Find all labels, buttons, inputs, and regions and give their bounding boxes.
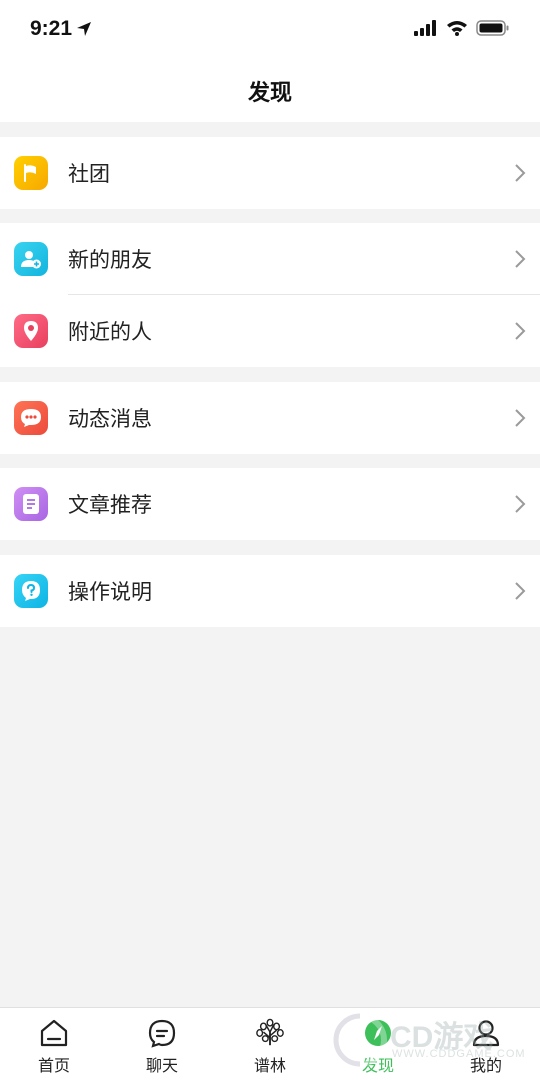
tab-label: 谱林 [253,1058,286,1075]
chevron-right-icon [515,250,526,268]
menu-item-label: 社团 [68,163,110,186]
tab-bar: 首页 聊天 谱林 发现 我的 [0,1007,540,1080]
menu-item-label: 新的朋友 [68,249,152,272]
add-friend-icon [14,242,48,276]
menu-item-articles[interactable]: 文章推荐 [0,468,540,540]
home-icon [39,1018,69,1048]
tab-label: 我的 [469,1058,502,1075]
tab-family-tree[interactable]: 谱林 [216,1008,324,1080]
menu-group-articles: 文章推荐 [0,468,540,540]
chevron-right-icon [515,495,526,513]
location-pin-icon [14,314,48,348]
menu-item-new-friends[interactable]: 新的朋友 [0,223,540,295]
tab-chat[interactable]: 聊天 [108,1008,216,1080]
page-title: 发现 [247,80,292,105]
discover-icon [363,1018,393,1048]
chevron-right-icon [515,582,526,600]
nav-bar: 发现 [0,60,540,122]
signal-icon [414,20,436,36]
menu-item-label: 文章推荐 [68,494,152,517]
help-icon [14,574,48,608]
profile-icon [471,1018,501,1048]
menu-item-label: 操作说明 [68,581,152,604]
location-arrow-icon [77,22,92,36]
menu-item-label: 动态消息 [68,408,152,431]
chevron-right-icon [515,322,526,340]
chat-icon [147,1018,177,1048]
status-icons [414,20,510,36]
tab-label: 发现 [361,1058,394,1075]
menu-item-instructions[interactable]: 操作说明 [0,555,540,627]
tab-home[interactable]: 首页 [0,1008,108,1080]
wifi-icon [447,21,467,36]
battery-icon [476,20,509,36]
menu-group-clubs: 社团 [0,137,540,209]
menu-item-label: 附近的人 [68,321,152,344]
tab-profile[interactable]: 我的 [432,1008,540,1080]
chat-bubble-icon [14,401,48,435]
status-time: 9:21 [30,17,92,41]
chevron-right-icon [515,164,526,182]
menu-group-help: 操作说明 [0,555,540,627]
flag-icon [14,156,48,190]
tab-discover[interactable]: 发现 [324,1008,432,1080]
chevron-right-icon [515,409,526,427]
menu-item-moments[interactable]: 动态消息 [0,382,540,454]
article-icon [14,487,48,521]
tab-label: 聊天 [145,1058,178,1075]
tree-icon [255,1018,285,1048]
menu-group-people: 新的朋友 附近的人 [0,223,540,367]
menu-group-moments: 动态消息 [0,382,540,454]
time-text: 9:21 [30,17,73,40]
menu-item-clubs[interactable]: 社团 [0,137,540,209]
menu-item-nearby-people[interactable]: 附近的人 [0,295,540,367]
status-bar: 9:21 [0,0,540,60]
tab-label: 首页 [37,1058,70,1075]
